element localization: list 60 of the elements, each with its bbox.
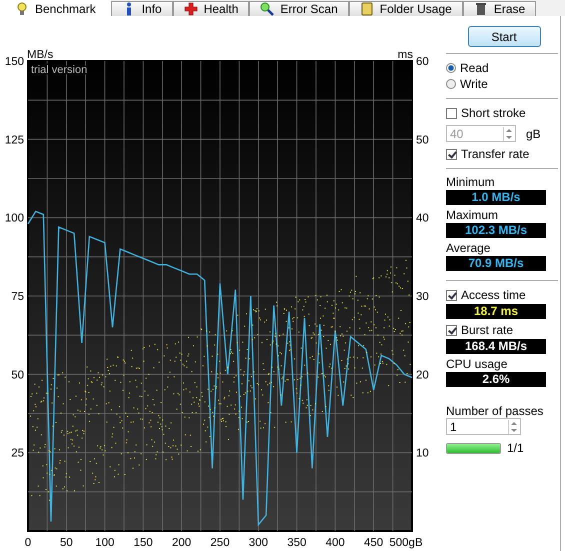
axis-tick-label: 10	[416, 448, 429, 460]
radio-option[interactable]: Read	[446, 60, 558, 76]
stat-label: Maximum	[446, 208, 500, 222]
short-stroke-checkbox[interactable]: Short stroke	[446, 105, 558, 121]
axis-tick-label: 450	[364, 537, 384, 549]
axis-tick-label: 300	[248, 537, 268, 549]
unit-label: gB	[526, 126, 541, 140]
stat-readout: 70.9 MB/s	[446, 256, 546, 271]
passes-field[interactable]: 1	[446, 418, 521, 435]
cpu-usage-readout: 2.6%	[446, 372, 546, 387]
magnifier-icon	[260, 2, 274, 16]
start-button[interactable]: Start	[468, 26, 540, 47]
axis-tick-label: 50	[416, 134, 429, 146]
tab[interactable]: Benchmark	[0, 0, 111, 16]
axis-tick-label: 500gB	[389, 537, 423, 549]
axis-tick-label: 150	[4, 56, 24, 68]
axis-tick-label: 200	[172, 537, 192, 549]
axis-tick-label: 125	[4, 134, 24, 146]
tab[interactable]: Error Scan	[249, 1, 349, 16]
passes-label: Number of passes	[446, 404, 544, 418]
tab[interactable]: Info	[110, 1, 173, 16]
axis-tick-label: 25	[11, 448, 24, 460]
axis-tick-label: 40	[416, 212, 429, 225]
progress-bar	[446, 442, 501, 454]
access-time-readout: 18.7 ms	[446, 304, 546, 319]
stat-readout: 102.3 MB/s	[446, 223, 546, 238]
cpu-usage-label: CPU usage	[446, 357, 508, 371]
burst-rate-checkbox[interactable]: Burst rate	[446, 322, 558, 338]
trash-can-icon	[474, 2, 488, 16]
axis-tick-label: 0	[24, 537, 32, 549]
axis-tick-label: 250	[210, 537, 230, 549]
axis-tick-label: 100	[4, 212, 24, 225]
stat-label: Minimum	[446, 175, 496, 189]
transfer-rate-checkbox[interactable]: Transfer rate	[446, 146, 558, 162]
spinner-arrows-icon	[503, 126, 514, 140]
stat-readout: 1.0 MB/s	[446, 190, 546, 205]
tab[interactable]: Erase	[462, 1, 536, 16]
axis-unit-label: ms	[398, 49, 413, 61]
tab[interactable]: Folder Usage	[348, 1, 463, 16]
axis-unit-label: MB/s	[27, 49, 54, 61]
folder-icon	[360, 2, 374, 16]
axis-tick-label: 400	[326, 537, 345, 549]
axis-tick-label: 100	[95, 537, 114, 549]
stat-label: Average	[446, 241, 492, 255]
access-time-checkbox[interactable]: Access time	[446, 287, 558, 303]
cross-icon	[184, 2, 198, 16]
axis-tick-label: 20	[416, 369, 429, 382]
progress-text: 1/1	[507, 441, 524, 455]
axis-tick-label: 30	[416, 291, 429, 303]
axis-tick-label: 150	[134, 537, 153, 549]
axis-tick-label: 75	[11, 291, 24, 303]
radio-option[interactable]: Write	[446, 76, 558, 92]
spinner-arrows-icon	[508, 420, 519, 434]
tab[interactable]: Health	[172, 1, 250, 16]
axis-tick-label: 50	[11, 369, 24, 382]
axis-tick-label: 50	[60, 537, 73, 549]
axis-tick-label: 350	[287, 537, 306, 549]
burst-rate-readout: 168.4 MB/s	[446, 339, 546, 354]
axis-tick-label: 60	[416, 56, 429, 68]
lightbulb-icon	[15, 2, 29, 16]
